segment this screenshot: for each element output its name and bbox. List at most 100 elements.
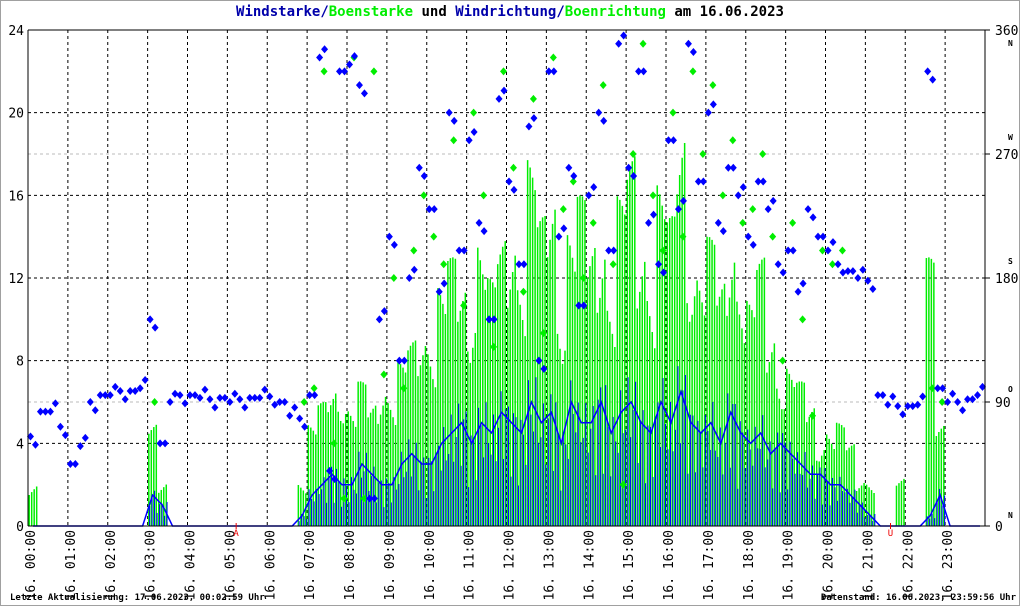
gust-direction-point: [719, 191, 727, 200]
wind-direction-point: [615, 39, 623, 48]
wind-direction-point: [779, 268, 787, 277]
wind-direction-point: [729, 163, 737, 172]
wind-direction-point: [689, 48, 697, 57]
wind-direction-point: [595, 108, 603, 117]
wind-direction-point: [141, 375, 149, 384]
x-tick-label: 16. 14:00: [582, 530, 597, 600]
wind-direction-point: [744, 232, 752, 241]
wind-direction-point: [121, 395, 129, 404]
wind-direction-point: [794, 287, 802, 296]
wind-direction-point: [630, 172, 638, 181]
wind-direction-point: [206, 395, 214, 404]
wind-direction-point: [510, 185, 518, 194]
x-tick-label: 16. 00:00: [24, 530, 39, 600]
y-tick-label-right: 0: [995, 520, 1003, 535]
x-tick-label: 16. 10:00: [423, 530, 438, 600]
wind-direction-point: [749, 240, 757, 249]
x-tick-label: 16. 23:00: [941, 530, 956, 600]
gust-direction-point: [779, 356, 787, 365]
gust-direction-point: [151, 398, 159, 406]
gust-direction-point: [609, 260, 617, 269]
wind-direction-point: [854, 274, 862, 282]
gust-direction-point: [579, 274, 587, 282]
wind-direction-point: [520, 260, 528, 269]
gust-direction-point: [759, 150, 767, 158]
wind-direction-point: [645, 218, 653, 227]
gust-direction-point: [420, 191, 428, 200]
gust-direction-point: [709, 81, 717, 90]
wind-direction-point: [111, 382, 119, 391]
x-tick-label: 16. 13:00: [542, 530, 557, 600]
gust-direction-point: [410, 246, 418, 255]
wind-direction-point: [650, 210, 658, 219]
wind-direction-point: [894, 402, 902, 411]
wind-direction-point: [360, 89, 368, 98]
wind-direction-point: [924, 67, 932, 76]
gust-direction-point: [769, 232, 777, 241]
wind-direction-point: [505, 177, 513, 186]
wind-direction-point: [684, 39, 692, 48]
wind-direction-point: [116, 386, 124, 395]
wind-direction-point: [181, 399, 189, 408]
wind-direction-point: [296, 414, 304, 423]
y-tick-label-right: 270: [995, 148, 1018, 163]
x-tick-label: 16. 16:00: [662, 530, 677, 600]
wind-direction-point: [91, 406, 99, 415]
wind-direction-point: [674, 205, 682, 214]
wind-direction-point: [46, 407, 54, 416]
wind-direction-point: [241, 403, 249, 412]
wind-direction-point: [884, 400, 892, 409]
wind-direction-point: [286, 411, 294, 420]
wind-direction-point: [430, 205, 438, 214]
sun-marker-label: U: [888, 529, 893, 539]
wind-direction-point: [256, 393, 264, 402]
gust-direction-point: [689, 67, 697, 76]
gust-direction-point: [390, 274, 398, 282]
wind-direction-point: [31, 440, 39, 449]
gust-direction-point: [589, 218, 597, 227]
wind-direction-point: [405, 274, 413, 282]
wind-direction-point: [789, 246, 797, 255]
last-update-text: Letzte Aktualisierung: 17.06.2023, 00:02…: [10, 593, 265, 603]
gust-direction-point: [789, 218, 797, 227]
wind-direction-point: [221, 393, 229, 402]
gust-direction-point: [460, 301, 468, 310]
gust-direction-point: [480, 191, 488, 200]
y-tick-label-right: 360: [995, 24, 1018, 39]
wind-direction-point: [211, 403, 219, 412]
gust-direction-point: [739, 218, 747, 227]
wind-direction-point: [445, 108, 453, 117]
gust-direction-point: [809, 411, 817, 420]
wind-direction-point: [759, 177, 767, 186]
y-tick-label-left: 4: [16, 437, 24, 452]
wind-direction-point: [81, 433, 89, 442]
wind-direction-point: [769, 196, 777, 205]
gust-direction-point: [749, 205, 757, 214]
y-tick-label-left: 24: [8, 24, 24, 39]
x-tick-label: 16. 05:00: [223, 530, 238, 600]
wind-direction-point: [475, 218, 483, 227]
wind-direction-point: [600, 116, 608, 125]
wind-direction-point: [849, 267, 857, 276]
wind-direction-point: [889, 392, 897, 401]
wind-direction-point: [699, 177, 707, 186]
x-tick-label: 16. 02:00: [104, 530, 119, 600]
wind-direction-point: [899, 410, 907, 419]
x-tick-label: 16. 04:00: [184, 530, 199, 600]
gust-direction-point: [799, 315, 807, 324]
wind-direction-point: [719, 227, 727, 236]
x-tick-label: 16. 09:00: [383, 530, 398, 600]
wind-direction-point: [321, 45, 329, 54]
wind-direction-point: [879, 391, 887, 400]
wind-direction-point: [51, 399, 59, 408]
y-tick-label-left: 20: [8, 107, 24, 122]
wind-direction-point: [146, 315, 154, 324]
wind-direction-point: [400, 356, 408, 365]
wind-direction-point: [201, 385, 209, 394]
wind-direction-point: [415, 163, 423, 172]
x-tick-label: 16. 18:00: [742, 530, 757, 600]
gust-direction-point: [559, 205, 567, 214]
wind-direction-point: [590, 183, 598, 192]
gust-direction-point: [509, 163, 517, 172]
wind-direction-point: [919, 392, 927, 401]
